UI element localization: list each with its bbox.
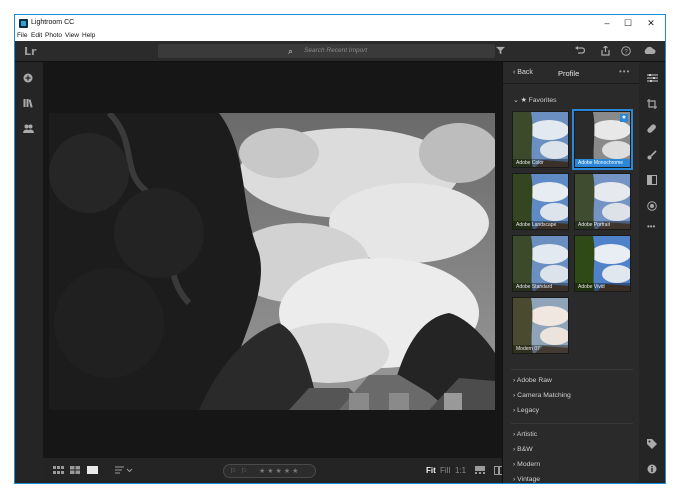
back-button[interactable]: ‹ Back bbox=[513, 69, 533, 76]
profile-label: Adobe Portrait bbox=[575, 221, 630, 229]
search-placeholder: Search Recent Import bbox=[304, 47, 368, 54]
single-view-icon[interactable] bbox=[87, 466, 98, 476]
zoom-fill[interactable]: Fill bbox=[440, 466, 450, 475]
window-title: Lightroom CC bbox=[31, 19, 75, 26]
more-options-icon[interactable]: ••• bbox=[619, 67, 630, 76]
main-photo bbox=[49, 113, 495, 410]
group-modern[interactable]: › Modern bbox=[513, 461, 540, 468]
edit-sliders-icon[interactable] bbox=[647, 73, 658, 86]
group-artistic[interactable]: › Artistic bbox=[513, 431, 537, 438]
group-adobe-raw[interactable]: › Adobe Raw bbox=[513, 377, 552, 384]
add-photos-icon[interactable] bbox=[23, 73, 33, 86]
favorites-group-header[interactable]: ⌄ ★ Favorites bbox=[513, 96, 557, 104]
group-legacy[interactable]: › Legacy bbox=[513, 407, 539, 414]
sort-icon[interactable] bbox=[115, 466, 133, 476]
title-bar: Lightroom CC – ☐ ✕ bbox=[15, 15, 665, 32]
radial-gradient-icon[interactable] bbox=[647, 201, 657, 214]
filter-icon[interactable] bbox=[496, 46, 505, 58]
back-label: Back bbox=[517, 69, 533, 76]
profile-label: Adobe Landscape bbox=[513, 221, 568, 229]
favorites-label: Favorites bbox=[528, 97, 557, 104]
grid-large-icon[interactable] bbox=[70, 466, 80, 476]
filmstrip-icon[interactable] bbox=[475, 466, 485, 476]
search-field[interactable]: ⌕ Search Recent Import bbox=[158, 44, 495, 58]
group-vintage[interactable]: › Vintage bbox=[513, 476, 540, 483]
favorite-star-icon[interactable]: ★ bbox=[620, 114, 628, 122]
top-toolbar: Lr ⌕ Search Recent Import ? bbox=[15, 41, 665, 62]
profile-panel: ‹ Back Profile ••• ⌄ ★ Favorites Adobe C… bbox=[502, 62, 640, 483]
search-icon: ⌕ bbox=[288, 46, 294, 56]
maximize-button[interactable]: ☐ bbox=[622, 18, 634, 29]
grid-small-icon[interactable] bbox=[53, 466, 64, 476]
group-label: Adobe Raw bbox=[516, 377, 552, 384]
menu-help[interactable]: Help bbox=[82, 32, 95, 39]
profile-label: Adobe Vivid bbox=[575, 283, 630, 291]
divider bbox=[511, 369, 633, 370]
menu-view[interactable]: View bbox=[65, 32, 79, 39]
close-button[interactable]: ✕ bbox=[645, 18, 657, 29]
group-label: Artistic bbox=[516, 431, 538, 438]
profile-thumb-adobe-monochrome[interactable]: ★ Adobe Monochrome bbox=[572, 109, 633, 170]
group-label: Camera Matching bbox=[517, 392, 571, 399]
group-label: Modern bbox=[517, 461, 541, 468]
bottom-toolbar: ⚐ ⚐ ★★★★★ Fit Fill 1:1 bbox=[43, 458, 504, 483]
group-camera-matching[interactable]: › Camera Matching bbox=[513, 392, 571, 399]
reject-flag-icon[interactable]: ⚐ bbox=[241, 467, 247, 475]
brush-icon[interactable] bbox=[647, 150, 657, 163]
lr-logo: Lr bbox=[24, 45, 37, 58]
library-icon[interactable] bbox=[23, 98, 33, 111]
group-label: Legacy bbox=[517, 407, 540, 414]
healing-brush-icon[interactable] bbox=[647, 124, 657, 137]
minimize-button[interactable]: – bbox=[601, 18, 613, 29]
menu-bar: File Edit Photo View Help bbox=[15, 32, 665, 41]
people-icon[interactable] bbox=[23, 124, 34, 136]
flag-rating-control: ⚐ ⚐ ★★★★★ bbox=[223, 464, 316, 478]
profile-thumb-adobe-landscape[interactable]: Adobe Landscape bbox=[512, 173, 569, 230]
group-bw[interactable]: › B&W bbox=[513, 446, 533, 453]
cloud-icon[interactable] bbox=[643, 46, 656, 58]
menu-file[interactable]: File bbox=[17, 32, 27, 39]
crop-icon[interactable] bbox=[647, 99, 657, 112]
profile-thumb-adobe-color[interactable]: Adobe Color bbox=[512, 111, 569, 168]
panel-header: ‹ Back Profile ••• bbox=[503, 62, 640, 84]
linear-gradient-icon[interactable] bbox=[647, 175, 657, 188]
tag-icon[interactable] bbox=[647, 439, 657, 452]
menu-edit[interactable]: Edit bbox=[31, 32, 42, 39]
star-rating[interactable]: ★★★★★ bbox=[259, 467, 300, 475]
profile-label: Modern 07 bbox=[513, 345, 568, 353]
menu-photo[interactable]: Photo bbox=[45, 32, 62, 39]
more-tools-icon[interactable]: ••• bbox=[647, 222, 655, 231]
divider bbox=[511, 423, 633, 424]
app-window: Lightroom CC – ☐ ✕ File Edit Photo View … bbox=[14, 14, 666, 484]
share-icon[interactable] bbox=[601, 45, 610, 59]
help-icon[interactable]: ? bbox=[621, 46, 631, 59]
info-icon[interactable] bbox=[647, 464, 657, 477]
profile-label: Adobe Standard bbox=[513, 283, 568, 291]
profile-thumb-adobe-portrait[interactable]: Adobe Portrait bbox=[574, 173, 631, 230]
profile-thumb-modern-07[interactable]: Modern 07 bbox=[512, 297, 569, 354]
group-label: Vintage bbox=[517, 476, 541, 483]
zoom-one-to-one[interactable]: 1:1 bbox=[455, 466, 466, 475]
profile-thumb-adobe-standard[interactable]: Adobe Standard bbox=[512, 235, 569, 292]
group-label: B&W bbox=[517, 446, 533, 453]
pick-flag-icon[interactable]: ⚐ bbox=[230, 467, 236, 475]
undo-icon[interactable] bbox=[575, 46, 586, 58]
left-toolbar bbox=[15, 62, 43, 483]
right-toolbar: ••• bbox=[639, 62, 665, 483]
profile-label: Adobe Monochrome bbox=[575, 159, 630, 167]
profile-thumb-adobe-vivid[interactable]: Adobe Vivid bbox=[574, 235, 631, 292]
profile-label: Adobe Color bbox=[513, 159, 568, 167]
panel-title: Profile bbox=[558, 69, 580, 78]
lightroom-app-icon bbox=[19, 19, 28, 28]
zoom-fit[interactable]: Fit bbox=[426, 466, 436, 475]
